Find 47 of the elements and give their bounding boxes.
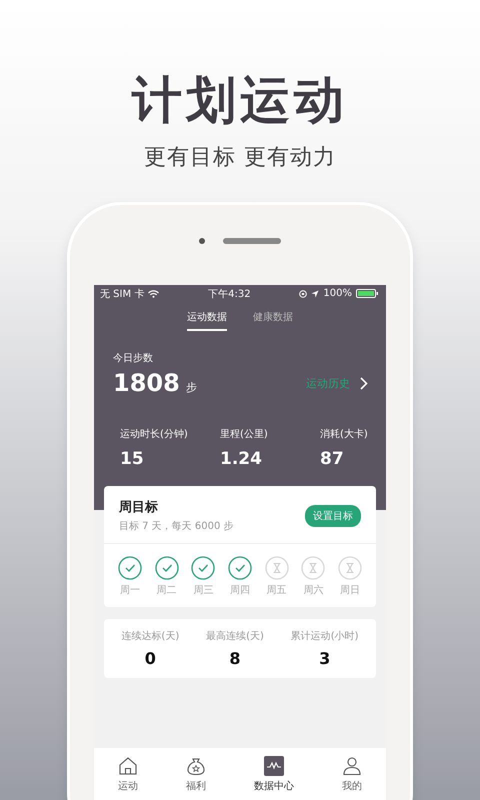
stat-label: 运动时长(分钟) bbox=[120, 428, 189, 441]
headline: 计划运动 bbox=[132, 72, 348, 128]
chevron-right-icon bbox=[360, 376, 368, 390]
pulse-chart-icon bbox=[264, 756, 284, 776]
summary-label: 累计运动(小时) bbox=[290, 630, 359, 643]
home-icon bbox=[118, 756, 138, 776]
summary-label: 最高连续(天) bbox=[206, 630, 264, 643]
steps-label: 今日步数 bbox=[113, 352, 154, 365]
location-icon bbox=[311, 290, 320, 298]
summary-label: 连续达标(天) bbox=[121, 630, 180, 643]
carrier-label: 无 SIM 卡 bbox=[100, 288, 144, 300]
weekday-label: 周一 bbox=[120, 584, 140, 597]
weekday-label: 周五 bbox=[266, 584, 287, 597]
tab[interactable]: 运动数据 bbox=[187, 310, 227, 331]
goal-title: 周目标 bbox=[119, 499, 159, 516]
tab[interactable]: 健康数据 bbox=[253, 310, 293, 331]
weekday-label: 周四 bbox=[230, 584, 250, 597]
stat-label: 里程(公里) bbox=[220, 428, 269, 441]
subheadline: 更有目标 更有动力 bbox=[144, 144, 336, 172]
set-goal-button[interactable]: 设置目标 bbox=[305, 504, 361, 526]
summary-value: 0 bbox=[144, 649, 156, 668]
weekday-label: 周日 bbox=[340, 584, 360, 597]
money-bag-icon bbox=[186, 756, 206, 776]
summary-value: 3 bbox=[319, 649, 330, 668]
weekday-label: 周三 bbox=[193, 584, 214, 597]
battery-percent: 100% bbox=[323, 288, 352, 299]
stat-value: 1.24 bbox=[220, 449, 263, 469]
lock-rotation-icon bbox=[299, 290, 308, 298]
battery-icon bbox=[356, 289, 380, 298]
steps-value: 1808 bbox=[113, 369, 180, 397]
nav-item[interactable]: 福利 bbox=[186, 756, 206, 793]
nav-item[interactable]: 运动 bbox=[118, 756, 138, 793]
weekday-label: 周二 bbox=[156, 584, 177, 597]
goal-subtitle: 目标 7 天，每天 6000 步 bbox=[119, 520, 234, 533]
speaker-icon bbox=[223, 238, 281, 244]
stat-value: 15 bbox=[120, 449, 145, 469]
camera-icon bbox=[199, 238, 205, 244]
nav-item[interactable]: 我的 bbox=[342, 756, 362, 793]
nav-item[interactable]: 数据中心 bbox=[254, 756, 294, 793]
summary-value: 8 bbox=[229, 649, 241, 668]
wifi-icon bbox=[148, 290, 160, 298]
person-icon bbox=[342, 756, 362, 776]
steps-unit: 步 bbox=[186, 380, 197, 395]
stat-value: 87 bbox=[320, 449, 345, 469]
stat-label: 消耗(大卡) bbox=[320, 428, 369, 441]
status-time: 下午4:32 bbox=[208, 288, 251, 300]
weekday-label: 周六 bbox=[303, 584, 324, 597]
